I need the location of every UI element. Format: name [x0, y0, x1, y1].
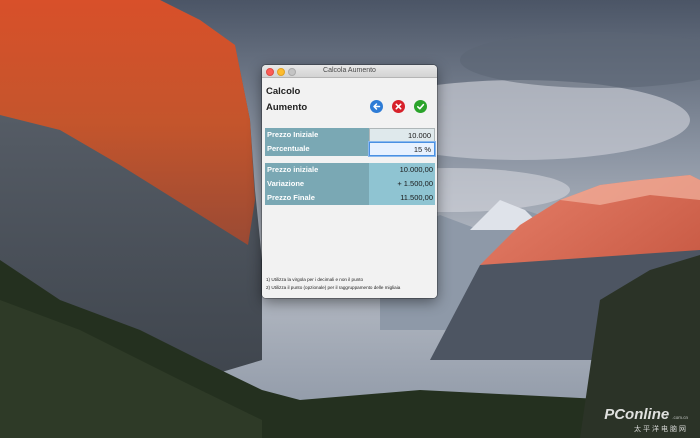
action-buttons	[370, 100, 427, 113]
result-prezzo-iniziale-value: 10.000,00	[369, 163, 435, 177]
zoom-window-button[interactable]	[288, 68, 296, 76]
prezzo-finale-value: 11.500,00	[369, 191, 435, 205]
page-title-line2: Aumento	[266, 102, 308, 113]
pconline-watermark: PConline .com.cn 太平洋电脑网	[604, 406, 688, 434]
x-icon	[395, 103, 402, 110]
input-row-prezzo-iniziale: Prezzo Iniziale 10.000	[265, 128, 435, 142]
calcola-aumento-window: Calcola Aumento Calcolo Aumento Prezzo I…	[262, 65, 437, 298]
window-controls	[266, 68, 296, 76]
note-1: 1) Utilizza la virgola per i decimali e …	[266, 277, 364, 282]
checkmark-icon	[417, 103, 425, 110]
variazione-value: + 1.500,00	[369, 177, 435, 191]
result-row-prezzo-finale: Prezzo Finale 11.500,00	[265, 191, 435, 205]
percentuale-label: Percentuale	[265, 142, 369, 156]
percentuale-value: 15	[413, 145, 423, 154]
window-content: Calcolo Aumento Prezzo Iniziale 10.000 P…	[262, 78, 437, 298]
watermark-domain: .com.cn	[672, 415, 688, 420]
title-bar: Calcola Aumento	[262, 65, 437, 78]
note-2: 2) Utilizza il punto (opzionale) per il …	[266, 285, 401, 290]
result-row-variazione: Variazione + 1.500,00	[265, 177, 435, 191]
prezzo-finale-label: Prezzo Finale	[265, 191, 369, 205]
window-title: Calcola Aumento	[323, 67, 376, 74]
confirm-button[interactable]	[414, 100, 427, 113]
watermark-brand: PConline	[604, 406, 670, 423]
input-row-percentuale: Percentuale 15 %	[265, 142, 435, 156]
percent-suffix: %	[424, 145, 431, 154]
cancel-button[interactable]	[392, 100, 405, 113]
percentuale-input[interactable]: 15 %	[369, 142, 435, 156]
prezzo-iniziale-input[interactable]: 10.000	[369, 128, 435, 142]
back-button[interactable]	[370, 100, 383, 113]
page-title-line1: Calcolo	[266, 86, 301, 97]
result-prezzo-iniziale-label: Prezzo iniziale	[265, 163, 369, 177]
back-arrow-icon	[373, 103, 381, 110]
result-row-prezzo-iniziale: Prezzo iniziale 10.000,00	[265, 163, 435, 177]
prezzo-iniziale-label: Prezzo Iniziale	[265, 128, 369, 142]
watermark-chinese: 太平洋电脑网	[634, 426, 688, 433]
minimize-window-button[interactable]	[277, 68, 285, 76]
usage-notes: 1) Utilizza la virgola per i decimali e …	[266, 276, 400, 292]
variazione-label: Variazione	[265, 177, 369, 191]
close-window-button[interactable]	[266, 68, 274, 76]
